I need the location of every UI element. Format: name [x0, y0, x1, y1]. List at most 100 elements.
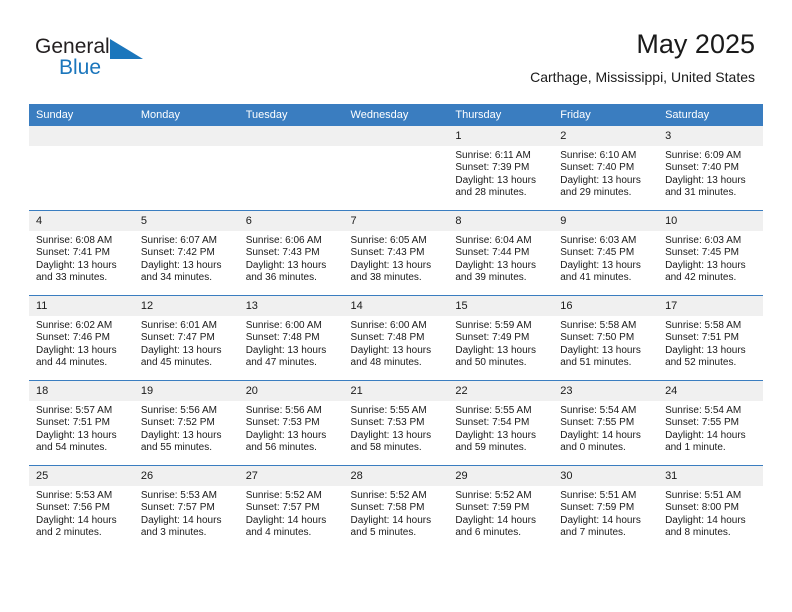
brand-logo[interactable]: General Blue: [35, 36, 215, 86]
sunset-text: Sunset: 7:57 PM: [245, 502, 320, 514]
calendar-day-cell[interactable]: 11 Sunrise: 6:02 AM Sunset: 7:46 PM Dayligh…: [29, 295, 134, 381]
daylight-text-line1: Daylight: 13 hours: [140, 429, 222, 441]
sunset-text: Sunset: 7:44 PM: [455, 247, 530, 259]
calendar-day-cell[interactable]: 13 Sunrise: 6:00 AM Sunset: 7:48 PM Dayligh…: [238, 295, 344, 381]
day-number: 2: [553, 126, 659, 146]
sunset-text: Sunset: 8:00 PM: [665, 502, 739, 514]
calendar-day-cell[interactable]: 3 Sunrise: 6:09 AM Sunset: 7:40 PM Daylight…: [658, 126, 763, 211]
day-number: 29: [448, 466, 554, 486]
calendar-day-cell[interactable]: 19 Sunrise: 5:56 AM Sunset: 7:52 PM Dayligh…: [133, 380, 239, 466]
calendar-day-cell[interactable]: 17 Sunrise: 5:58 AM Sunset: 7:51 PM Dayligh…: [658, 295, 763, 381]
calendar-day-cell[interactable]: 9 Sunrise: 6:03 AM Sunset: 7:45 PM Daylight…: [553, 210, 659, 296]
calendar-day-cell[interactable]: 15 Sunrise: 5:59 AM Sunset: 7:49 PM Dayligh…: [448, 295, 554, 381]
day-details: Sunrise: 6:11 AM Sunset: 7:39 PM Daylight:…: [448, 146, 553, 199]
daylight-text-line1: Daylight: 13 hours: [36, 259, 117, 271]
daylight-text-line2: and 48 minutes.: [350, 356, 422, 368]
calendar-day-cell[interactable]: 10 Sunrise: 6:03 AM Sunset: 7:45 PM Dayligh…: [658, 210, 763, 296]
daylight-text-line1: Daylight: 14 hours: [665, 429, 746, 441]
calendar-day-cell[interactable]: 28 Sunrise: 5:52 AM Sunset: 7:58 PM Dayligh…: [343, 465, 449, 550]
day-number: 12: [133, 296, 239, 316]
calendar-day-cell[interactable]: 12 Sunrise: 6:01 AM Sunset: 7:47 PM Dayligh…: [133, 295, 239, 381]
daylight-text-line1: Daylight: 13 hours: [36, 429, 117, 441]
sunset-text: Sunset: 7:56 PM: [36, 502, 110, 514]
sunset-text: Sunset: 7:59 PM: [455, 502, 530, 514]
daylight-text-line1: Daylight: 14 hours: [455, 514, 536, 526]
sunset-text: Sunset: 7:52 PM: [140, 417, 215, 429]
day-number: [238, 126, 344, 146]
daylight-text-line2: and 54 minutes.: [36, 441, 108, 453]
calendar-day-cell[interactable]: 6 Sunrise: 6:06 AM Sunset: 7:43 PM Daylight…: [238, 210, 344, 296]
day-details: Sunrise: 5:53 AM Sunset: 7:57 PM Daylight:…: [134, 486, 239, 539]
calendar-day-cell[interactable]: 27 Sunrise: 5:52 AM Sunset: 7:57 PM Dayligh…: [238, 465, 344, 550]
day-details: Sunrise: 5:51 AM Sunset: 8:00 PM Daylight:…: [658, 486, 763, 539]
calendar-day-cell[interactable]: 18 Sunrise: 5:57 AM Sunset: 7:51 PM Dayligh…: [29, 380, 134, 466]
daylight-text-line1: Daylight: 13 hours: [560, 259, 641, 271]
day-details: Sunrise: 5:51 AM Sunset: 7:59 PM Daylight:…: [553, 486, 658, 539]
calendar-day-cell-empty: [238, 126, 344, 211]
sunset-text: Sunset: 7:55 PM: [560, 417, 635, 429]
weekday-header-wednesday: Wednesday: [343, 104, 449, 126]
calendar-day-cell-empty: [133, 126, 239, 211]
sunrise-text: Sunrise: 6:00 AM: [245, 320, 322, 331]
calendar-day-cell[interactable]: 23 Sunrise: 5:54 AM Sunset: 7:55 PM Dayligh…: [553, 380, 659, 466]
day-details: Sunrise: 6:02 AM Sunset: 7:46 PM Daylight:…: [29, 316, 134, 369]
calendar-day-cell[interactable]: 31 Sunrise: 5:51 AM Sunset: 8:00 PM Dayligh…: [658, 465, 763, 550]
day-number: 16: [553, 296, 659, 316]
calendar-day-cell[interactable]: 8 Sunrise: 6:04 AM Sunset: 7:44 PM Daylight…: [448, 210, 554, 296]
calendar-day-cell[interactable]: 29 Sunrise: 5:52 AM Sunset: 7:59 PM Dayligh…: [448, 465, 554, 550]
day-number: 22: [448, 381, 554, 401]
day-details: Sunrise: 5:56 AM Sunset: 7:52 PM Daylight:…: [134, 401, 239, 454]
sunrise-text: Sunrise: 5:55 AM: [350, 405, 427, 416]
sunrise-text: Sunrise: 6:01 AM: [140, 320, 217, 331]
calendar-day-cell[interactable]: 4 Sunrise: 6:08 AM Sunset: 7:41 PM Daylight…: [29, 210, 134, 296]
sunset-text: Sunset: 7:51 PM: [36, 417, 110, 429]
day-details: Sunrise: 5:58 AM Sunset: 7:51 PM Daylight:…: [658, 316, 763, 369]
daylight-text-line2: and 7 minutes.: [560, 526, 626, 538]
day-number: 4: [29, 211, 134, 231]
day-number: 21: [343, 381, 449, 401]
calendar-day-cell[interactable]: 30 Sunrise: 5:51 AM Sunset: 7:59 PM Dayligh…: [553, 465, 659, 550]
daylight-text-line1: Daylight: 13 hours: [245, 344, 327, 356]
day-number: 19: [133, 381, 239, 401]
sunrise-text: Sunrise: 6:05 AM: [350, 235, 427, 246]
calendar-week-row: 18 Sunrise: 5:57 AM Sunset: 7:51 PM Dayligh…: [29, 380, 763, 466]
calendar-day-cell[interactable]: 7 Sunrise: 6:05 AM Sunset: 7:43 PM Daylight…: [343, 210, 449, 296]
daylight-text-line2: and 39 minutes.: [455, 271, 527, 283]
day-number: 25: [29, 466, 134, 486]
daylight-text-line2: and 51 minutes.: [560, 356, 632, 368]
calendar-day-cell[interactable]: 14 Sunrise: 6:00 AM Sunset: 7:48 PM Dayligh…: [343, 295, 449, 381]
daylight-text-line2: and 3 minutes.: [140, 526, 207, 538]
daylight-text-line1: Daylight: 13 hours: [665, 259, 746, 271]
day-number: 24: [658, 381, 763, 401]
calendar-day-cell[interactable]: 20 Sunrise: 5:56 AM Sunset: 7:53 PM Dayligh…: [238, 380, 344, 466]
calendar-day-cell[interactable]: 21 Sunrise: 5:55 AM Sunset: 7:53 PM Dayligh…: [343, 380, 449, 466]
daylight-text-line2: and 52 minutes.: [665, 356, 737, 368]
calendar-day-cell[interactable]: 2 Sunrise: 6:10 AM Sunset: 7:40 PM Daylight…: [553, 126, 659, 211]
day-number: 27: [238, 466, 344, 486]
day-number: 18: [29, 381, 134, 401]
calendar-day-cell[interactable]: 16 Sunrise: 5:58 AM Sunset: 7:50 PM Dayligh…: [553, 295, 659, 381]
calendar-day-cell[interactable]: 24 Sunrise: 5:54 AM Sunset: 7:55 PM Dayligh…: [658, 380, 763, 466]
day-details: Sunrise: 5:54 AM Sunset: 7:55 PM Daylight:…: [553, 401, 658, 454]
weekday-header-thursday: Thursday: [448, 104, 554, 126]
daylight-text-line2: and 1 minute.: [665, 441, 726, 453]
calendar-day-cell[interactable]: 1 Sunrise: 6:11 AM Sunset: 7:39 PM Daylight…: [448, 126, 554, 211]
title-block: May 2025 Carthage, Mississippi, United S…: [530, 28, 755, 86]
daylight-text-line2: and 29 minutes.: [560, 186, 632, 198]
calendar-day-cell[interactable]: 22 Sunrise: 5:55 AM Sunset: 7:54 PM Dayligh…: [448, 380, 554, 466]
calendar-day-cell[interactable]: 25 Sunrise: 5:53 AM Sunset: 7:56 PM Dayligh…: [29, 465, 134, 550]
day-details: Sunrise: 5:55 AM Sunset: 7:53 PM Daylight:…: [344, 401, 449, 454]
day-details: Sunrise: 6:10 AM Sunset: 7:40 PM Daylight:…: [553, 146, 658, 199]
sunrise-text: Sunrise: 6:07 AM: [140, 235, 217, 246]
calendar-table: Sunday Monday Tuesday Wednesday Thursday…: [29, 104, 763, 550]
day-number: 15: [448, 296, 554, 316]
sunrise-text: Sunrise: 5:54 AM: [560, 405, 637, 416]
sunrise-text: Sunrise: 6:03 AM: [560, 235, 637, 246]
page-subtitle: Carthage, Mississippi, United States: [530, 69, 755, 85]
sunrise-text: Sunrise: 5:52 AM: [455, 490, 532, 501]
calendar-day-cell[interactable]: 26 Sunrise: 5:53 AM Sunset: 7:57 PM Dayligh…: [133, 465, 239, 550]
sunrise-text: Sunrise: 5:51 AM: [560, 490, 637, 501]
calendar-day-cell[interactable]: 5 Sunrise: 6:07 AM Sunset: 7:42 PM Daylight…: [133, 210, 239, 296]
daylight-text-line1: Daylight: 13 hours: [350, 344, 432, 356]
sunrise-text: Sunrise: 6:10 AM: [560, 150, 637, 161]
